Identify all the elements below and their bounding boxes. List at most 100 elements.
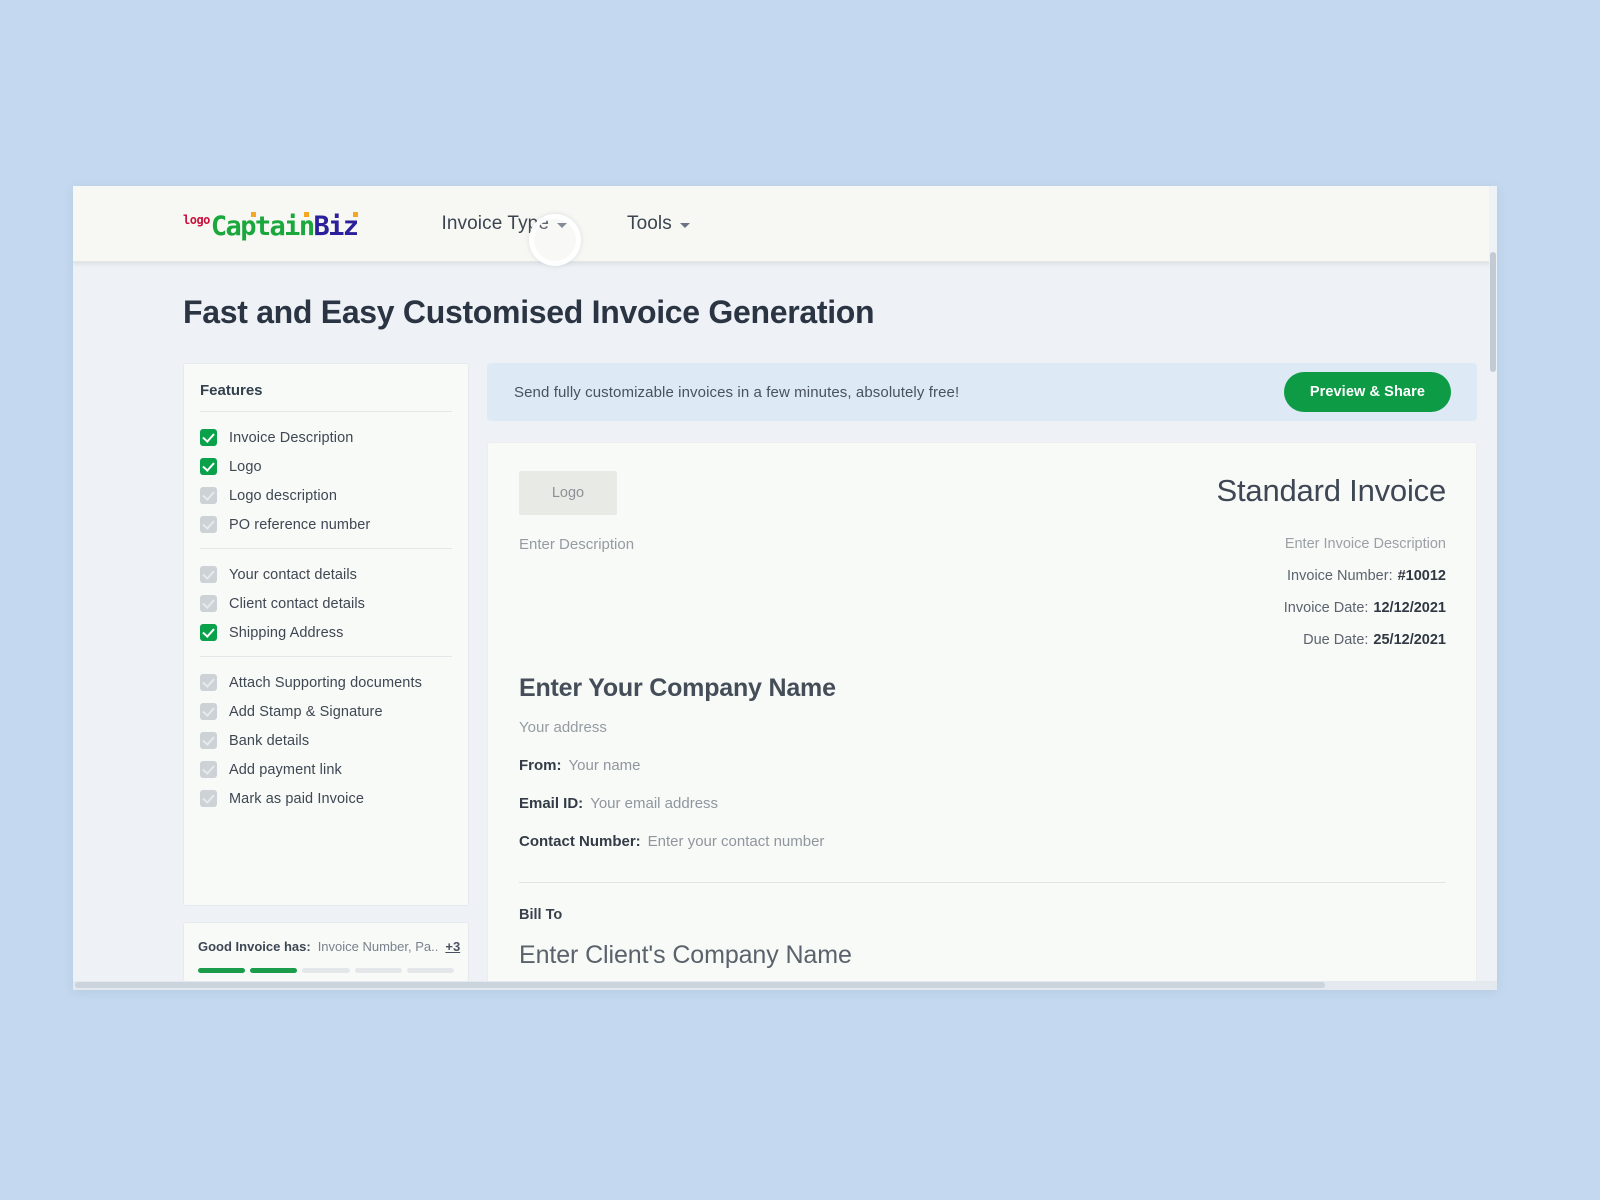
logo-sup-text: logo xyxy=(183,213,210,227)
checkbox-unchecked-icon[interactable] xyxy=(200,703,217,720)
checkbox-unchecked-icon[interactable] xyxy=(200,761,217,778)
good-invoice-panel: Good Invoice has: Invoice Number, Pa.. +… xyxy=(183,922,469,982)
main-column: Send fully customizable invoices in a fe… xyxy=(487,363,1487,990)
feature-row-add-payment-link[interactable]: Add payment link xyxy=(200,755,452,784)
features-panel: Features Invoice Description Logo Logo d… xyxy=(183,363,469,906)
feature-row-po-reference-number[interactable]: PO reference number xyxy=(200,510,452,539)
progress-segment xyxy=(198,968,246,973)
invoice-date-value[interactable]: 12/12/2021 xyxy=(1373,600,1446,616)
invoice-number-value[interactable]: #10012 xyxy=(1398,568,1446,584)
from-label: From: xyxy=(519,757,562,774)
sidebar: Features Invoice Description Logo Logo d… xyxy=(183,363,469,990)
contact-number-input[interactable]: Enter your contact number xyxy=(648,833,825,850)
checkbox-checked-icon[interactable] xyxy=(200,458,217,475)
progress-segment xyxy=(250,968,298,973)
horizontal-scrollbar[interactable] xyxy=(73,981,1497,990)
email-row: Email ID: Your email address xyxy=(519,795,1446,812)
invoice-number-row: Invoice Number: #10012 xyxy=(1284,568,1446,584)
promo-text: Send fully customizable invoices in a fe… xyxy=(514,383,960,401)
captainbiz-logo[interactable]: logo CaptainBiz xyxy=(183,211,359,242)
feature-row-bank-details[interactable]: Bank details xyxy=(200,726,452,755)
invoice-preview-card: Logo Standard Invoice Enter Description … xyxy=(487,442,1477,990)
vertical-scrollbar-thumb[interactable] xyxy=(1490,252,1496,372)
features-title: Features xyxy=(200,382,452,412)
site-header: logo CaptainBiz Invoice Type Tools xyxy=(73,186,1497,266)
from-row: From: Your name xyxy=(519,757,1446,774)
invoice-meta-description-input[interactable]: Enter Invoice Description xyxy=(1284,536,1446,552)
invoice-completion-progress xyxy=(198,968,455,973)
nav-item-label: Tools xyxy=(627,212,672,234)
feature-row-invoice-description[interactable]: Invoice Description xyxy=(200,423,452,452)
feature-label: Attach Supporting documents xyxy=(229,674,422,691)
feature-group: Your contact details Client contact deta… xyxy=(200,548,452,656)
page-title: Fast and Easy Customised Invoice Generat… xyxy=(183,294,875,330)
vertical-scrollbar[interactable] xyxy=(1489,186,1497,990)
invoice-meta-block: Enter Invoice Description Invoice Number… xyxy=(1284,536,1446,648)
feature-row-add-stamp-signature[interactable]: Add Stamp & Signature xyxy=(200,697,452,726)
checkbox-unchecked-icon[interactable] xyxy=(200,732,217,749)
invoice-logo-upload[interactable]: Logo xyxy=(519,471,617,515)
brand-name-green: Captain xyxy=(210,211,315,242)
feature-group: Invoice Description Logo Logo descriptio… xyxy=(200,412,452,548)
due-date-value[interactable]: 25/12/2021 xyxy=(1373,632,1446,648)
due-date-row: Due Date: 25/12/2021 xyxy=(1284,632,1446,648)
company-name-input[interactable]: Enter Your Company Name xyxy=(519,674,1446,703)
bill-to-label: Bill To xyxy=(519,907,563,923)
checkbox-unchecked-icon[interactable] xyxy=(200,595,217,612)
feature-row-shipping-address[interactable]: Shipping Address xyxy=(200,618,452,647)
email-input[interactable]: Your email address xyxy=(590,795,718,812)
feature-group: Attach Supporting documents Add Stamp & … xyxy=(200,656,452,822)
chevron-down-icon xyxy=(679,223,690,228)
preview-and-share-button[interactable]: Preview & Share xyxy=(1283,372,1451,412)
checkbox-checked-icon[interactable] xyxy=(200,429,217,446)
feature-row-your-contact-details[interactable]: Your contact details xyxy=(200,560,452,589)
good-invoice-row[interactable]: Good Invoice has: Invoice Number, Pa.. +… xyxy=(198,939,460,954)
brand-accent-dot xyxy=(352,212,358,217)
nav-item-tools[interactable]: Tools xyxy=(627,213,690,235)
company-address-input[interactable]: Your address xyxy=(519,719,1446,736)
browser-window: logo CaptainBiz Invoice Type Tools Fast … xyxy=(73,186,1497,990)
brand-accent-dot xyxy=(303,212,309,217)
invoice-date-row: Invoice Date: 12/12/2021 xyxy=(1284,600,1446,616)
promo-banner: Send fully customizable invoices in a fe… xyxy=(487,363,1477,421)
good-invoice-more-link[interactable]: +3 xyxy=(445,939,460,954)
feature-label: PO reference number xyxy=(229,516,371,533)
feature-row-logo[interactable]: Logo xyxy=(200,452,452,481)
content-layout: Features Invoice Description Logo Logo d… xyxy=(183,363,1487,990)
checkbox-unchecked-icon[interactable] xyxy=(200,566,217,583)
invoice-title: Standard Invoice xyxy=(1216,473,1447,508)
invoice-description-input[interactable]: Enter Description xyxy=(519,536,634,553)
contact-number-label: Contact Number: xyxy=(519,833,641,850)
feature-row-client-contact-details[interactable]: Client contact details xyxy=(200,589,452,618)
good-invoice-label: Good Invoice has: xyxy=(198,939,311,954)
feature-label: Bank details xyxy=(229,732,310,749)
checkbox-unchecked-icon[interactable] xyxy=(200,790,217,807)
contact-number-row: Contact Number: Enter your contact number xyxy=(519,833,1446,850)
click-indicator xyxy=(529,214,581,266)
feature-label: Add Stamp & Signature xyxy=(229,703,383,720)
checkbox-checked-icon[interactable] xyxy=(200,624,217,641)
progress-segment xyxy=(406,968,455,973)
feature-row-mark-as-paid-invoice[interactable]: Mark as paid Invoice xyxy=(200,784,452,813)
brand-accent-dot xyxy=(250,212,256,217)
good-invoice-value: Invoice Number, Pa.. xyxy=(317,939,439,954)
due-date-label: Due Date: xyxy=(1303,632,1369,648)
invoice-header-row: Logo Standard Invoice xyxy=(519,471,1446,515)
brand-wordmark: CaptainBiz xyxy=(210,211,359,242)
feature-label: Shipping Address xyxy=(229,624,344,641)
feature-label: Logo description xyxy=(229,487,338,504)
client-company-name-input[interactable]: Enter Client's Company Name xyxy=(519,941,1446,970)
feature-row-attach-supporting-documents[interactable]: Attach Supporting documents xyxy=(200,668,452,697)
feature-label: Client contact details xyxy=(229,595,365,612)
progress-segment xyxy=(354,968,402,973)
from-input[interactable]: Your name xyxy=(569,757,641,774)
feature-label: Mark as paid Invoice xyxy=(229,790,364,807)
horizontal-scrollbar-thumb[interactable] xyxy=(75,982,1325,988)
feature-row-logo-description[interactable]: Logo description xyxy=(200,481,452,510)
checkbox-unchecked-icon[interactable] xyxy=(200,674,217,691)
checkbox-unchecked-icon[interactable] xyxy=(200,516,217,533)
email-label: Email ID: xyxy=(519,795,584,812)
invoice-number-label: Invoice Number: xyxy=(1287,568,1393,584)
feature-label: Invoice Description xyxy=(229,429,354,446)
checkbox-unchecked-icon[interactable] xyxy=(200,487,217,504)
